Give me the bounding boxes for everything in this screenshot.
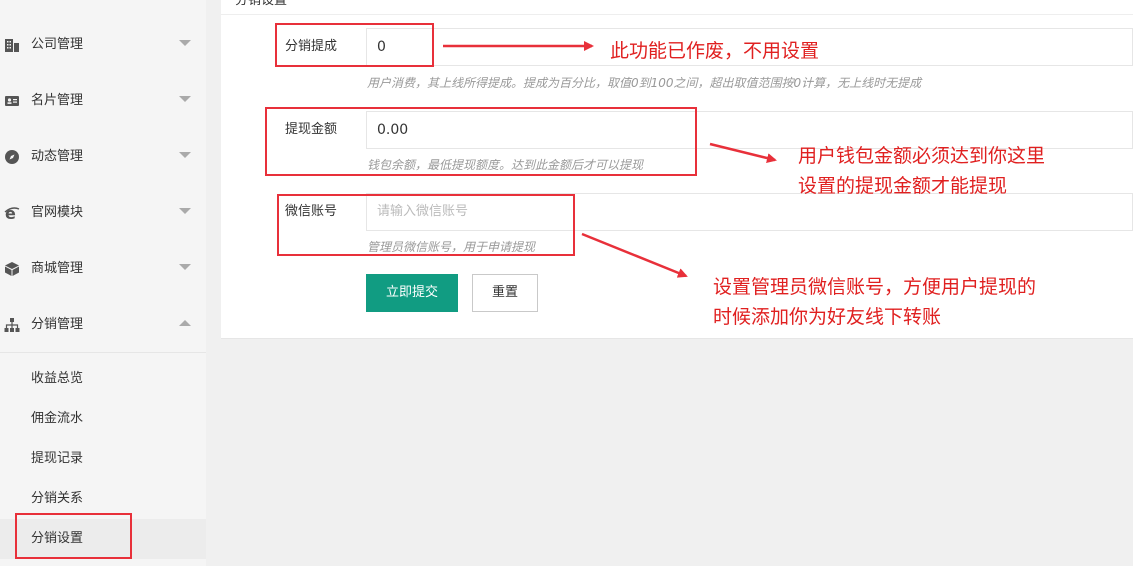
annotation-deprecated: 此功能已作废，不用设置: [610, 40, 820, 62]
annotation-withdraw-line2: 设置的提现金额才能提现: [798, 175, 1008, 197]
annotation-withdraw-line1: 用户钱包金额必须达到你这里: [798, 145, 1046, 167]
annotation-wechat-line1: 设置管理员微信账号，方便用户提现的: [713, 276, 1037, 298]
annotation-wechat-line2: 时候添加你为好友线下转账: [713, 306, 942, 328]
arrow-2: [709, 142, 777, 163]
arrow-3: [581, 232, 688, 278]
